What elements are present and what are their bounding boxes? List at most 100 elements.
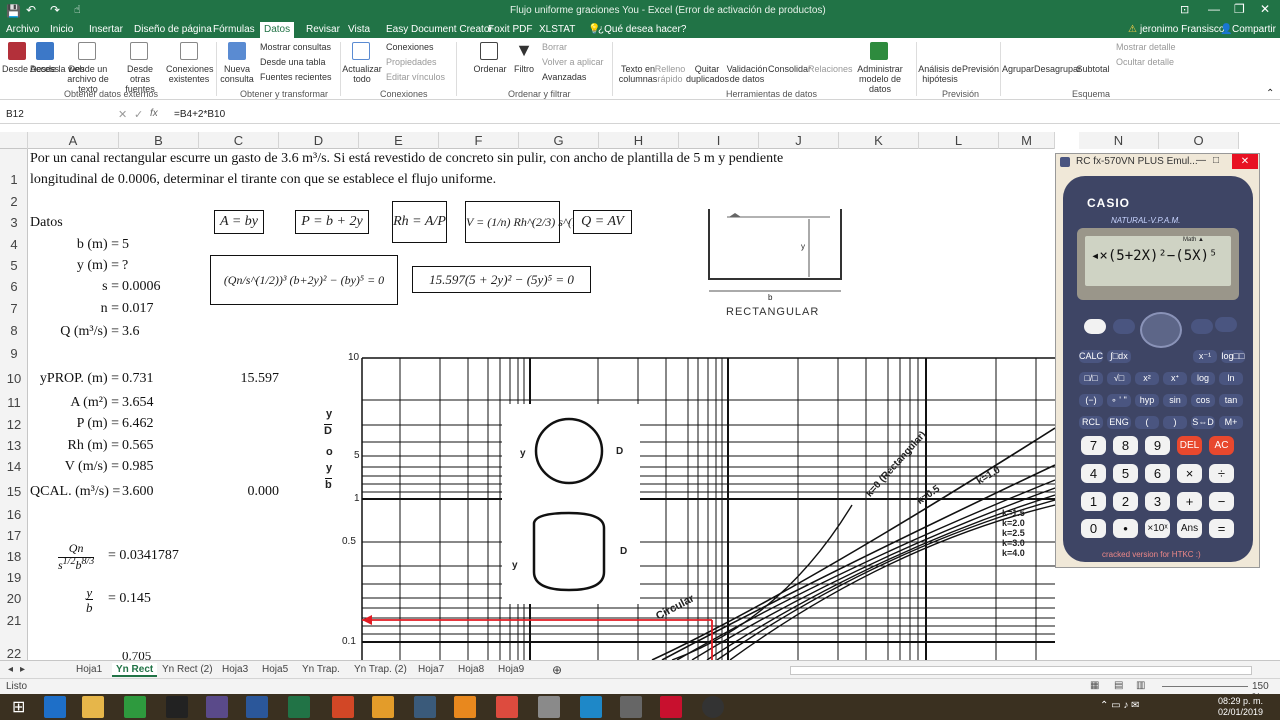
cell-yprop-label[interactable]: yPROP. (m) =	[30, 370, 119, 388]
key-2[interactable]: 2	[1113, 492, 1138, 511]
media-icon[interactable]	[166, 696, 188, 718]
relleno-rapido-button[interactable]: Relleno rápido	[654, 64, 686, 84]
formula-flow[interactable]: Q = AV	[573, 210, 632, 234]
row-header[interactable]: 20	[0, 591, 28, 606]
channel-diagram[interactable]	[705, 205, 845, 320]
editar-vinculos-button[interactable]: Editar vínculos	[386, 72, 445, 82]
cell-b-label[interactable]: b (m) =	[30, 236, 119, 254]
key-0[interactable]: 0	[1081, 519, 1106, 538]
sheet-tab[interactable]: Hoja8	[458, 663, 484, 677]
row-header[interactable]: 6	[0, 279, 28, 294]
relaciones-button[interactable]: Relaciones	[808, 64, 853, 74]
key-6[interactable]: 6	[1145, 464, 1170, 483]
calc-fn-key[interactable]: ∘ ' ''	[1107, 394, 1131, 407]
excel-icon[interactable]	[288, 696, 310, 718]
ordenar-button[interactable]: Ordenar	[470, 64, 510, 74]
scroll-left-icon[interactable]: ◂	[8, 663, 13, 677]
avanzadas-button[interactable]: Avanzadas	[542, 72, 586, 82]
row-header[interactable]: 11	[0, 395, 28, 410]
row-header[interactable]: 1	[0, 172, 28, 187]
cell-ratio-fraction[interactable]: Qn s1/2b8/3	[58, 541, 95, 572]
row-header[interactable]: 18	[0, 549, 28, 564]
tab-inicio[interactable]: Inicio	[50, 22, 73, 38]
key-3[interactable]: 3	[1145, 492, 1170, 511]
administrar-modelo-button[interactable]: Administrar modelo de datos	[848, 64, 912, 94]
save-icon[interactable]: 💾	[6, 4, 21, 18]
row-header[interactable]: 7	[0, 301, 28, 316]
key-del[interactable]: DEL	[1177, 436, 1202, 455]
mostrar-detalle-button[interactable]: Mostrar detalle	[1116, 42, 1176, 52]
calculator-titlebar[interactable]: RC fx-570VN PLUS Emul... — □ ✕	[1056, 154, 1259, 170]
col-header[interactable]: L	[919, 132, 999, 149]
formula-velocity[interactable]: V = (1/n) Rh^(2/3) s^(1/2)	[465, 201, 591, 243]
file-explorer-icon[interactable]	[82, 696, 104, 718]
key-ac[interactable]: AC	[1209, 436, 1234, 455]
agrupar-button[interactable]: Agrupar	[1000, 64, 1036, 74]
cell-y-label[interactable]: y (m) =	[30, 257, 119, 275]
calc-fn-key[interactable]: sin	[1163, 394, 1187, 407]
cell-qcal-label[interactable]: QCAL. (m³/s) =	[30, 483, 120, 501]
col-header[interactable]: J	[759, 132, 839, 149]
app-icon[interactable]	[620, 696, 642, 718]
desde-access-button[interactable]: Desde Access	[2, 64, 59, 74]
key-ans[interactable]: Ans	[1177, 519, 1202, 538]
page-break-icon[interactable]: ▥	[1136, 680, 1145, 691]
pdf-icon[interactable]	[580, 696, 602, 718]
problem-line-2[interactable]: longitudinal de 0.0006, determinar el ti…	[30, 171, 496, 189]
cell-c10[interactable]: 15.597	[199, 370, 280, 388]
cell-r18-value[interactable]: = 0.0341787	[108, 547, 179, 565]
cell-v-value[interactable]: 0.985	[122, 458, 154, 476]
row-header[interactable]: 22	[0, 646, 28, 661]
calc-fn-key[interactable]: hyp	[1135, 394, 1159, 407]
mode-key[interactable]	[1191, 319, 1213, 334]
col-header[interactable]: F	[439, 132, 519, 149]
redo-icon[interactable]: ↷	[50, 3, 60, 17]
col-header[interactable]: B	[119, 132, 199, 149]
ribbon-options-icon[interactable]: ⊡	[1180, 3, 1189, 16]
row-header[interactable]: 2	[0, 194, 28, 209]
desagrupar-button[interactable]: Desagrupar	[1034, 64, 1081, 74]
key-1[interactable]: 1	[1081, 492, 1106, 511]
clock-date[interactable]: 02/01/2019	[1218, 707, 1263, 717]
app-icon[interactable]	[414, 696, 436, 718]
key-5[interactable]: 5	[1113, 464, 1138, 483]
key-8[interactable]: 8	[1113, 436, 1138, 455]
key-dot[interactable]: •	[1113, 519, 1138, 538]
quitar-duplicados-button[interactable]: Quitar duplicados	[686, 64, 729, 84]
formula-perimeter[interactable]: P = b + 2y	[295, 210, 369, 234]
collapse-ribbon-icon[interactable]: ⌃	[1266, 88, 1274, 99]
obs-icon[interactable]	[702, 696, 724, 718]
powerpoint-icon[interactable]	[332, 696, 354, 718]
calculator-window[interactable]: RC fx-570VN PLUS Emul... — □ ✕ CASIO NAT…	[1055, 153, 1260, 568]
cell-y-value[interactable]: ?	[122, 257, 128, 275]
sheet-tab[interactable]: Yn Trap.	[302, 663, 340, 677]
fuentes-recientes-button[interactable]: Fuentes recientes	[260, 72, 332, 82]
calc-fn-key[interactable]: )	[1163, 416, 1187, 429]
col-header[interactable]: E	[359, 132, 439, 149]
cell-yb-fraction[interactable]: yb	[86, 585, 93, 615]
key-divide[interactable]: ÷	[1209, 464, 1234, 483]
cell-a-label[interactable]: A (m²) =	[30, 394, 119, 412]
cell-rh-label[interactable]: Rh (m) =	[30, 437, 119, 455]
col-header[interactable]: H	[599, 132, 679, 149]
add-sheet-icon[interactable]: ⊕	[552, 663, 562, 677]
calc-fn-key[interactable]: log□□	[1221, 350, 1245, 363]
tab-foxit[interactable]: Foxit PDF	[488, 22, 532, 38]
row-header[interactable]: 9	[0, 346, 28, 361]
acrobat-icon[interactable]	[660, 696, 682, 718]
col-header[interactable]: N	[1079, 132, 1159, 149]
cell-c15[interactable]: 0.000	[199, 483, 280, 501]
calc-fn-key[interactable]: √□	[1107, 372, 1131, 385]
filtro-button[interactable]: Filtro	[510, 64, 538, 74]
insert-function-icon[interactable]: fx	[150, 108, 158, 119]
key-4[interactable]: 4	[1081, 464, 1106, 483]
cell-s-label[interactable]: s =	[30, 278, 119, 296]
cell-p-value[interactable]: 6.462	[122, 415, 154, 433]
row-header[interactable]: 5	[0, 258, 28, 273]
edge-icon[interactable]	[44, 696, 66, 718]
vlc-icon[interactable]	[454, 696, 476, 718]
app-icon[interactable]	[372, 696, 394, 718]
user-name[interactable]: jeronimo Fransisco	[1140, 22, 1224, 38]
row-header[interactable]: 13	[0, 438, 28, 453]
sheet-tab[interactable]: Yn Rect (2)	[162, 663, 213, 677]
